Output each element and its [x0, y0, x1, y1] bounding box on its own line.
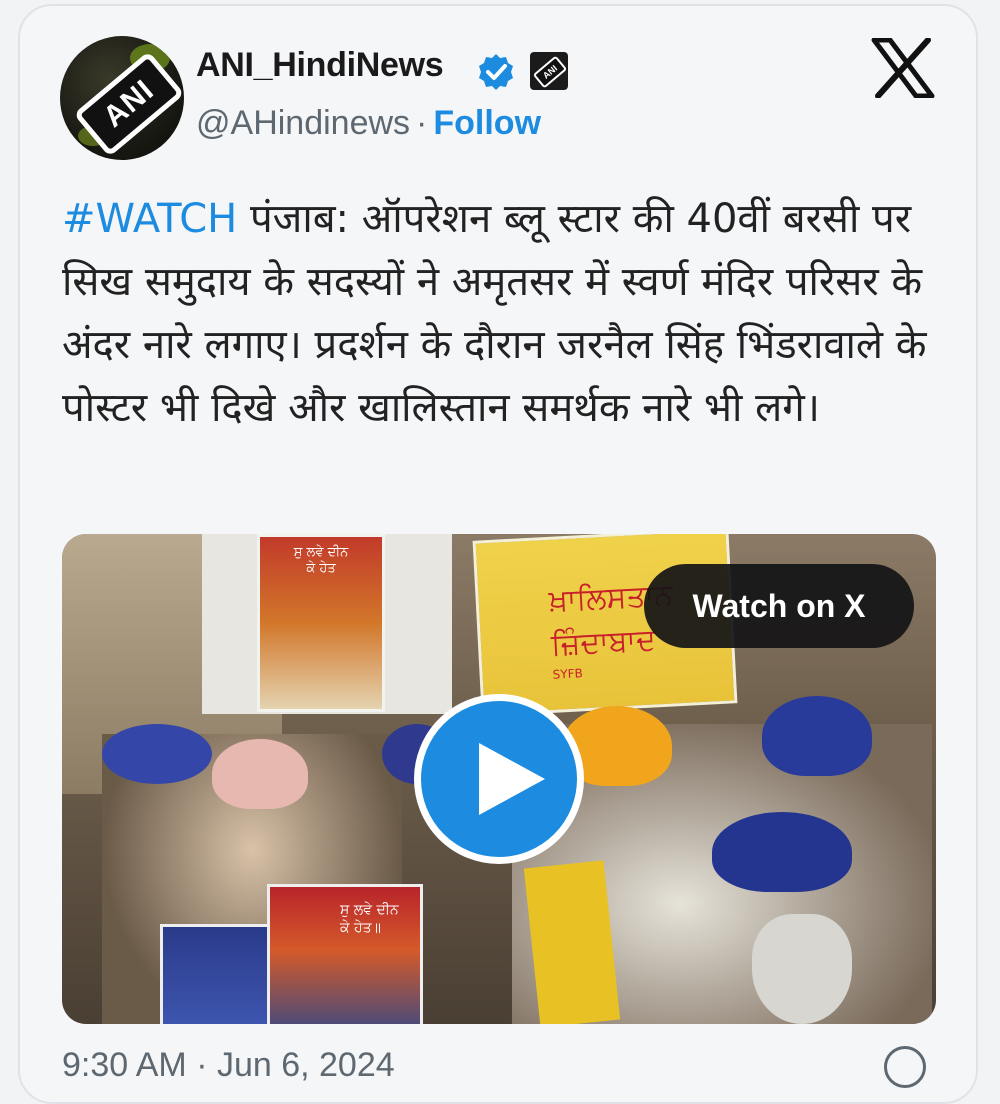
beard	[752, 914, 852, 1024]
turban	[712, 812, 852, 892]
turban	[102, 724, 212, 784]
separator: ·	[416, 104, 428, 142]
follow-button[interactable]: Follow	[433, 104, 541, 142]
author-name[interactable]: ANI_HindiNews	[196, 46, 444, 85]
timestamp[interactable]: 9:30 AM · Jun 6, 2024	[62, 1046, 395, 1085]
poster	[160, 924, 270, 1024]
play-button[interactable]	[414, 694, 584, 864]
info-icon[interactable]	[884, 1046, 926, 1088]
play-icon	[479, 743, 545, 815]
turban	[212, 739, 308, 809]
poster: ਸੁ ਲਵੇ ਦੀਨ ਕੇ ਹੇਤ॥	[267, 884, 423, 1024]
turban	[762, 696, 872, 776]
scarf	[523, 860, 621, 1024]
poster-small-text: SYFB	[552, 666, 584, 682]
author-handle[interactable]: @AHindinews	[196, 104, 410, 142]
hashtag-link[interactable]: #WATCH	[62, 196, 237, 242]
watch-on-x-button[interactable]: Watch on X	[644, 564, 914, 648]
verified-badge-icon	[479, 54, 513, 90]
ani-affiliate-label: ANI	[532, 55, 568, 89]
poster: ਸੁ ਲਵੇ ਦੀਨ ਕੇ ਹੇਤ	[257, 534, 385, 712]
poster-text: ਸੁ ਲਵੇ ਦੀਨ ਕੇ ਹੇਤ	[293, 545, 349, 576]
avatar[interactable]: ANI	[60, 36, 184, 160]
x-logo-icon[interactable]	[870, 38, 936, 98]
tweet-text: #WATCH पंजाब: ऑपरेशन ब्लू स्टार की 40वीं…	[62, 188, 942, 440]
handle-row: @AHindinews · Follow	[196, 104, 541, 143]
video-thumbnail[interactable]: ਸੁ ਲਵੇ ਦੀਨ ਕੇ ਹੇਤ ਖ਼ਾਲਿਸਤਾਨ ਜ਼ਿੰਦਾਬਾਦ SY…	[62, 534, 936, 1024]
poster-text: ਸੁ ਲਵੇ ਦੀਨ ਕੇ ਹੇਤ॥	[340, 902, 399, 936]
ani-affiliate-icon[interactable]: ANI	[530, 52, 568, 90]
